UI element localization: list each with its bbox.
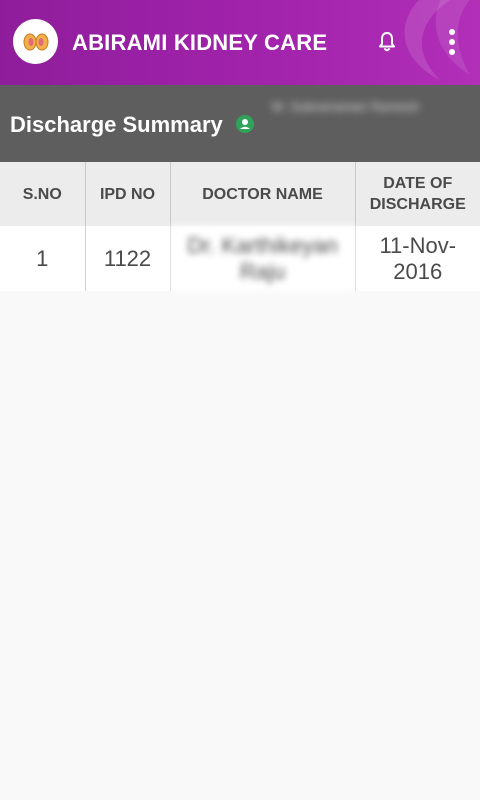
page-header: Discharge Summary M. Subramanian Ramesh	[0, 85, 480, 162]
table-row[interactable]: 1 1122 Dr. Karthikeyan Raju 11-Nov-2016	[0, 226, 480, 291]
cell-discharge-date: 11-Nov-2016	[355, 226, 480, 291]
column-header-doctor-name: DOCTOR NAME	[170, 162, 356, 226]
column-header-ipd-no: IPD NO	[85, 162, 171, 226]
page-title: Discharge Summary	[10, 112, 223, 137]
column-header-discharge-date: DATE OF DISCHARGE	[355, 162, 480, 226]
app-bar: ABIRAMI KIDNEY CARE	[0, 0, 480, 85]
app-title: ABIRAMI KIDNEY CARE	[72, 30, 328, 55]
cell-sno: 1	[0, 226, 86, 291]
cell-doctor-name: Dr. Karthikeyan Raju	[170, 226, 356, 291]
user-name: M. Subramanian Ramesh	[272, 99, 420, 114]
app-logo	[13, 19, 58, 64]
app-screen: ABIRAMI KIDNEY CARE Discharge Summary M.…	[0, 0, 480, 800]
table-header-row: S.NO IPD NO DOCTOR NAME DATE OF DISCHARG…	[0, 162, 480, 226]
cell-ipd-no: 1122	[85, 226, 171, 291]
bell-icon[interactable]	[375, 30, 399, 54]
user-status-icon	[236, 115, 254, 133]
column-header-sno: S.NO	[0, 162, 86, 226]
more-vert-icon[interactable]	[440, 26, 464, 58]
discharge-table: S.NO IPD NO DOCTOR NAME DATE OF DISCHARG…	[0, 162, 480, 291]
kidney-logo-icon	[23, 33, 48, 50]
